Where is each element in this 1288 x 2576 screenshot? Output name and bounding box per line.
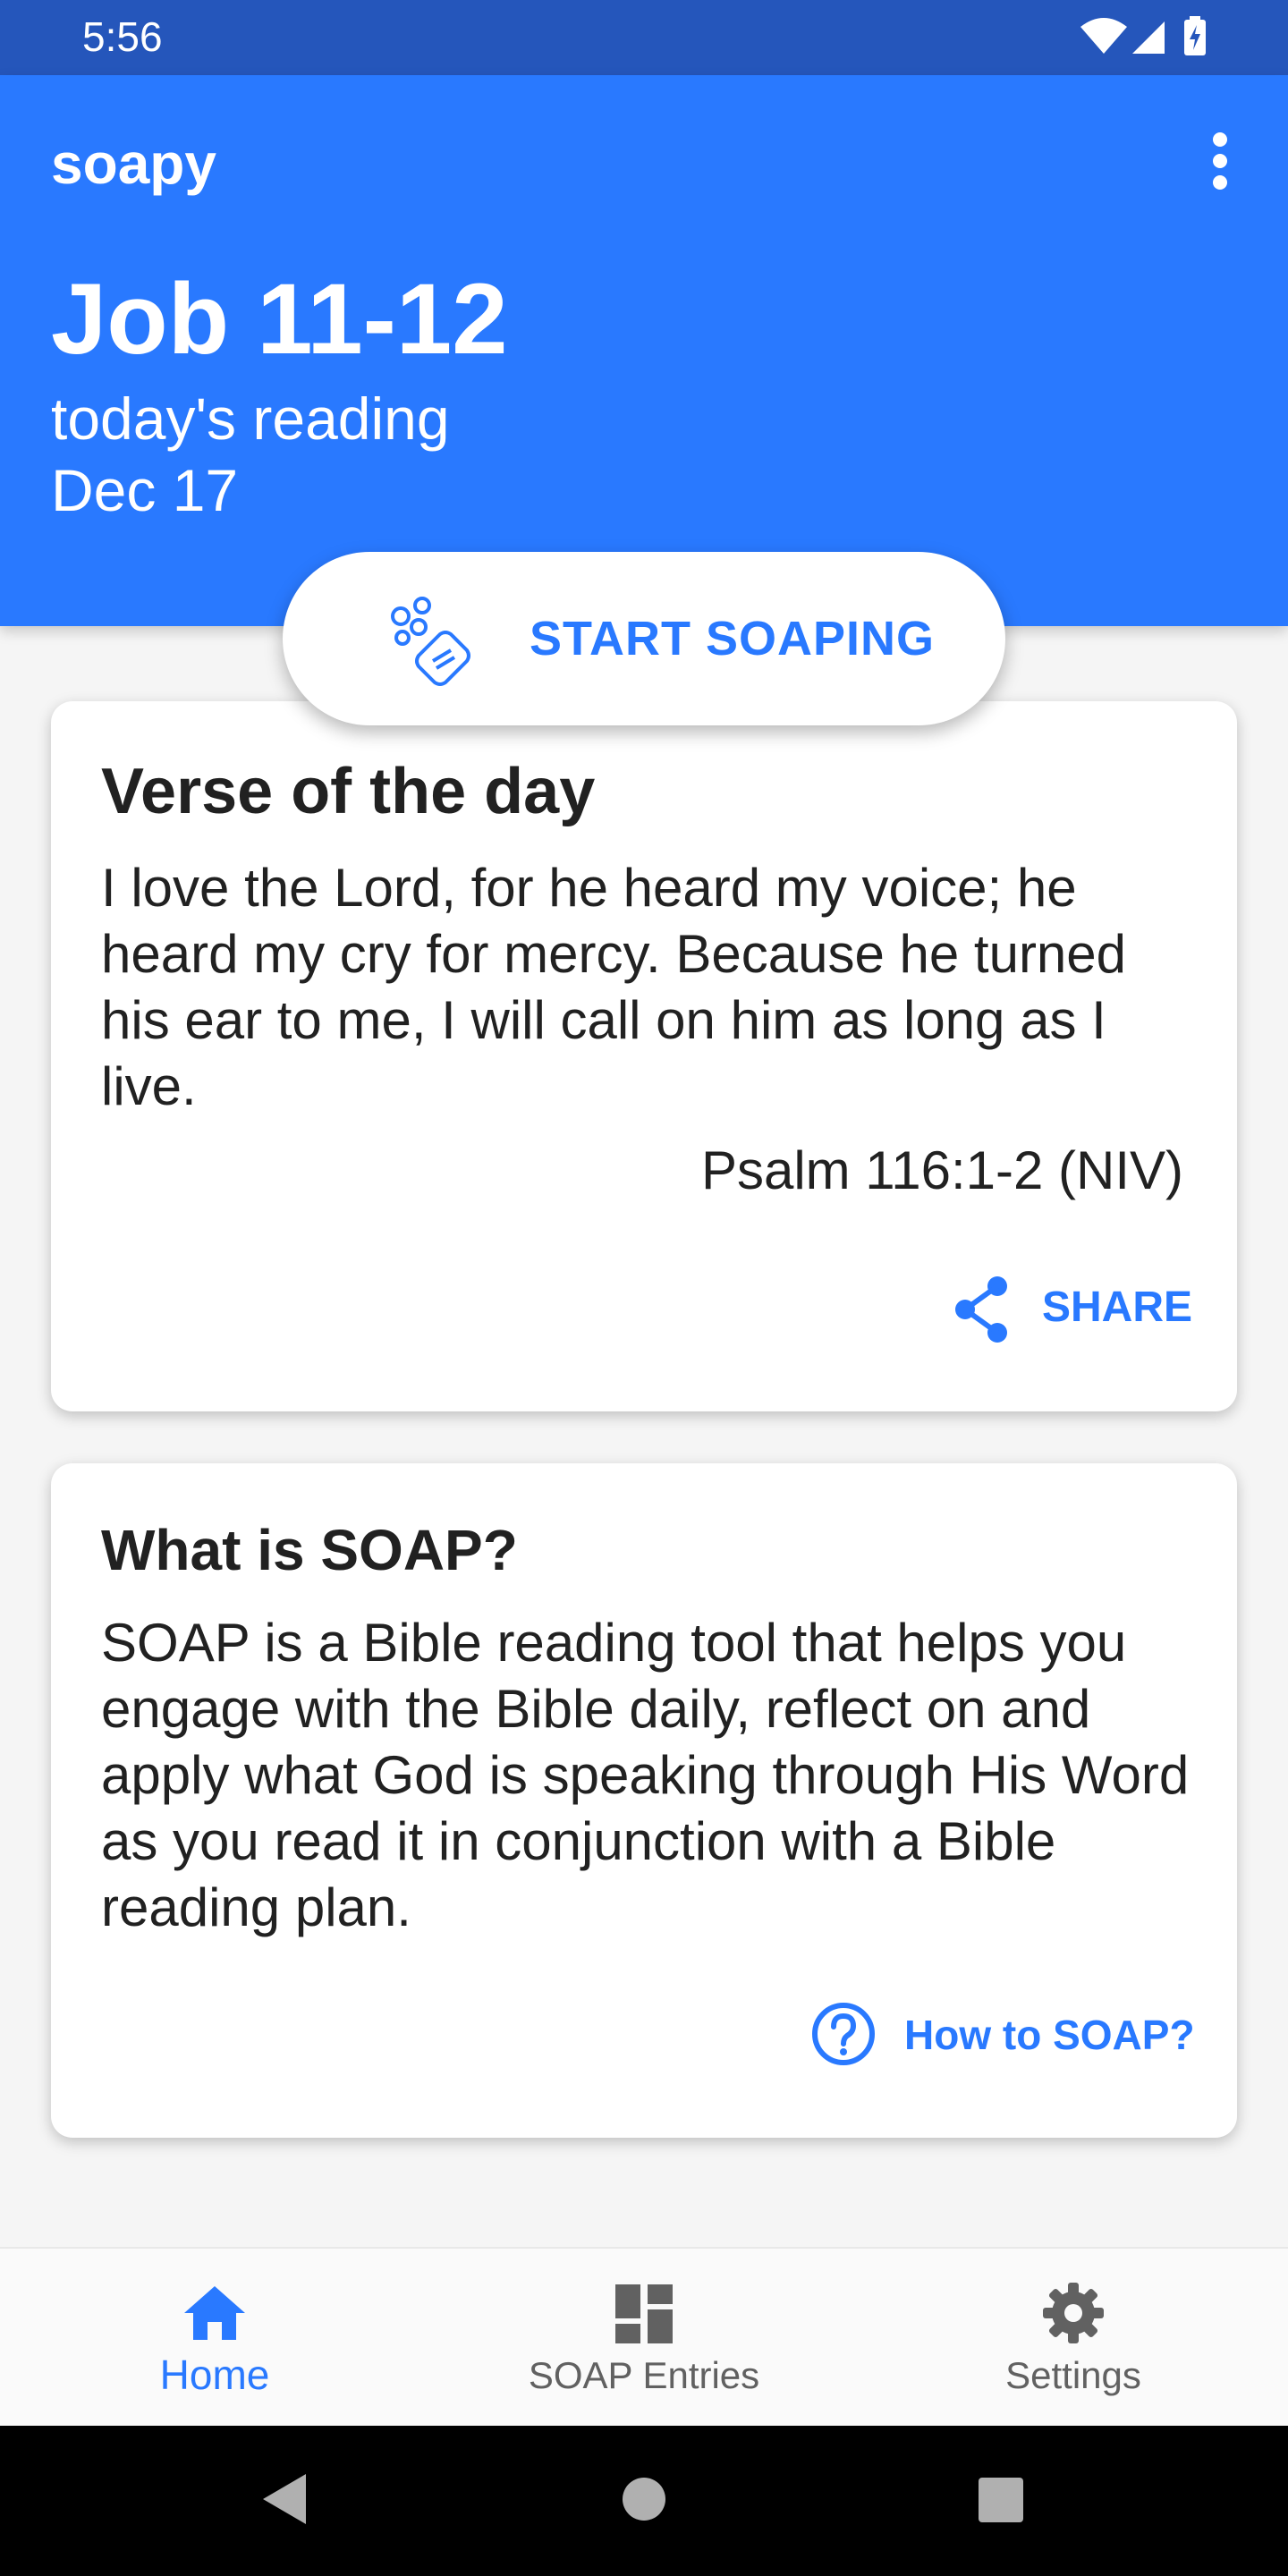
verse-card-title: Verse of the day [101, 756, 596, 827]
more-vert-icon [1213, 132, 1227, 190]
reading-date: Dec 17 [51, 457, 239, 523]
verse-text: I love the Lord, for he heard my voice; … [101, 858, 1127, 1116]
signal-icon [1132, 21, 1165, 54]
soap-card-title: What is SOAP? [101, 1518, 518, 1582]
share-icon [955, 1276, 1007, 1343]
status-time: 5:56 [82, 13, 163, 60]
what-is-soap-card: What is SOAP? SOAP is a Bible reading to… [51, 1463, 1237, 2138]
nav-label-soap-entries: SOAP Entries [528, 2354, 760, 2396]
reading-subtitle: today's reading [51, 386, 450, 452]
status-bar: 5:56 [0, 0, 1288, 75]
how-to-soap-label: How to SOAP? [904, 2012, 1195, 2058]
nav-label-settings: Settings [1005, 2354, 1141, 2396]
help-circle-icon [812, 2003, 875, 2065]
verse-of-the-day-card: Verse of the day I love the Lord, for he… [51, 701, 1237, 1411]
how-to-soap-button[interactable]: How to SOAP? [809, 2000, 1203, 2072]
back-icon[interactable] [258, 2470, 311, 2528]
nav-item-settings[interactable]: Settings [859, 2249, 1288, 2428]
soap-description: SOAP is a Bible reading tool that helps … [101, 1613, 1190, 1937]
wifi-icon [1080, 18, 1127, 54]
share-button[interactable]: SHARE [949, 1274, 1217, 1345]
nav-label-home: Home [159, 2351, 270, 2398]
soap-bubbles-icon [391, 597, 470, 686]
bottom-navigation: Home SOAP Entries Settings [0, 2247, 1288, 2428]
home-icon [184, 2286, 245, 2340]
recents-icon[interactable] [977, 2476, 1025, 2524]
app-title: soapy [51, 131, 216, 196]
dashboard-icon [615, 2284, 673, 2343]
gear-icon [1043, 2283, 1104, 2343]
system-navigation-bar [0, 2426, 1288, 2576]
overflow-menu-button[interactable] [1188, 125, 1252, 197]
share-label: SHARE [1042, 1284, 1193, 1331]
battery-icon [1184, 16, 1206, 55]
start-soaping-label: START SOAPING [530, 612, 936, 665]
verse-reference: Psalm 116:1-2 (NIV) [700, 1140, 1183, 1200]
reading-title: Job 11-12 [51, 263, 508, 375]
nav-item-home[interactable]: Home [0, 2249, 429, 2428]
header: soapy Job 11-12 today's reading Dec 17 [0, 75, 1288, 626]
status-icons [1079, 14, 1213, 65]
nav-item-soap-entries[interactable]: SOAP Entries [429, 2249, 859, 2428]
start-soaping-button[interactable]: START SOAPING [283, 552, 1005, 725]
home-circle-icon[interactable] [621, 2476, 667, 2522]
